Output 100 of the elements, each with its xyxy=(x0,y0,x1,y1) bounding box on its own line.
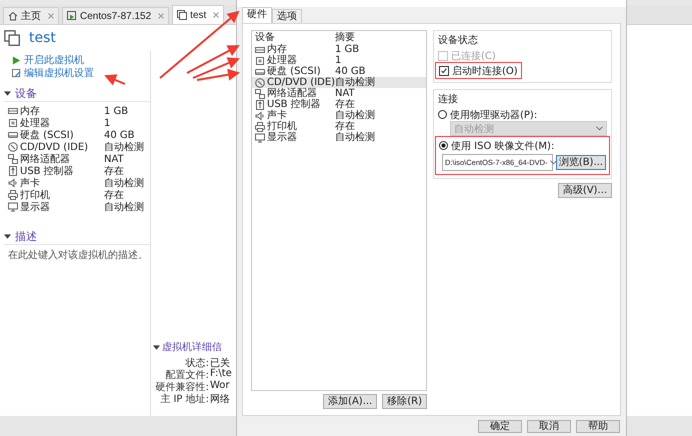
device-name: USB 控制器 xyxy=(267,99,321,110)
monitor-icon xyxy=(255,132,265,142)
disc-icon xyxy=(8,142,18,152)
advanced-button[interactable]: 高级(V)... xyxy=(558,183,612,198)
device-name: 硬盘 (SCSI) xyxy=(267,66,321,77)
dialog-tab[interactable]: 选项 xyxy=(272,9,302,23)
device-name: 打印机 xyxy=(20,188,51,202)
dialog-tab[interactable]: 硬件 xyxy=(242,7,272,23)
detail-value: 网络 xyxy=(210,393,230,404)
device-name: 硬盘 (SCSI) xyxy=(20,129,75,142)
detail-label: 硬件兼容性: xyxy=(154,380,209,392)
speaker-icon xyxy=(8,178,18,188)
radio-button[interactable] xyxy=(439,141,448,150)
action-link[interactable]: 编辑虚拟机设置 xyxy=(24,66,94,80)
device-summary: 自动检测 xyxy=(335,77,375,88)
device-name: 内存 xyxy=(267,44,287,55)
description-placeholder[interactable]: 在此处键入对该虚拟机的描述。 xyxy=(0,248,150,262)
list-button[interactable]: 添加(A)... xyxy=(323,394,378,409)
detail-label: 配置文件: xyxy=(164,368,209,380)
browse-button[interactable]: 浏览(B)... xyxy=(556,155,606,170)
annotation-arrow xyxy=(104,74,126,86)
device-summary: NAT xyxy=(335,88,355,99)
device-summary: 存在 xyxy=(104,189,124,202)
collapse-caret-icon[interactable] xyxy=(153,344,160,350)
radio-label[interactable]: 使用 ISO 映像文件(M): xyxy=(451,138,554,152)
collapse-caret-icon[interactable] xyxy=(4,234,11,239)
home-icon xyxy=(8,11,18,21)
device-summary: 存在 xyxy=(104,165,124,178)
device-summary: 1 GB xyxy=(335,44,360,55)
device-row[interactable]: USB 控制器 存在 xyxy=(252,99,426,110)
vm-running-icon xyxy=(67,11,77,21)
network-icon xyxy=(255,88,265,98)
detail-value: Wor xyxy=(210,380,230,392)
column-header[interactable]: 设备 xyxy=(252,32,335,43)
device-summary: 1 xyxy=(335,55,342,66)
device-name: 内存 xyxy=(20,104,41,118)
device-name: CD/DVD (IDE) xyxy=(267,77,336,88)
device-name: 显示器 xyxy=(267,132,297,143)
device-row[interactable]: 显示器 自动检测 xyxy=(252,132,426,143)
network-icon xyxy=(8,154,18,164)
dialog-button[interactable]: 确定 xyxy=(478,420,522,433)
device-name: 网络适配器 xyxy=(20,152,71,166)
group-heading: 设备状态 xyxy=(438,34,479,47)
device-row[interactable]: 处理器 1 xyxy=(252,55,426,66)
printer-icon xyxy=(255,122,265,132)
usb-icon xyxy=(8,166,18,176)
device-summary: 1 xyxy=(104,118,110,128)
cpu-icon xyxy=(8,118,18,128)
device-name: USB 控制器 xyxy=(20,164,75,178)
device-name: 处理器 xyxy=(20,116,51,130)
vm-tab[interactable]: 主页 xyxy=(3,7,59,24)
device-name: 声卡 xyxy=(267,110,287,121)
usb-icon xyxy=(255,100,265,110)
device-summary: NAT xyxy=(104,154,124,164)
collapse-caret-icon[interactable] xyxy=(4,91,11,96)
edit-settings-icon xyxy=(12,68,21,78)
device-name: 处理器 xyxy=(267,55,297,66)
detail-value: 已关 xyxy=(210,356,230,368)
checkbox[interactable] xyxy=(439,66,449,76)
device-summary: 自动检测 xyxy=(104,140,144,154)
device-summary: 自动检测 xyxy=(335,110,375,121)
device-row[interactable]: CD/DVD (IDE)自动检测 xyxy=(252,77,426,88)
device-summary: 存在 xyxy=(335,121,355,132)
section-heading: 描述 xyxy=(15,229,37,244)
list-button[interactable]: 移除(R) xyxy=(382,394,427,409)
device-name: 网络适配器 xyxy=(267,88,317,99)
detail-label: 主 IP 地址: xyxy=(159,392,209,404)
device-name: 打印机 xyxy=(267,121,297,132)
device-summary: 自动检测 xyxy=(335,132,375,143)
dialog-button[interactable]: 帮助 xyxy=(576,420,620,433)
detail-value: F:\te xyxy=(210,368,232,380)
dialog-button[interactable]: 取消 xyxy=(527,420,571,433)
radio-label[interactable]: 使用物理驱动器(P): xyxy=(450,108,538,122)
dropdown-caret-icon xyxy=(596,126,603,131)
printer-icon xyxy=(8,190,18,200)
device-row[interactable]: 内存 1 GB xyxy=(252,44,426,55)
play-icon xyxy=(12,56,21,64)
group-heading: 连接 xyxy=(438,92,459,106)
device-row[interactable]: 声卡 自动检测 xyxy=(252,110,426,121)
vm-tab[interactable]: Centos7-87.152 xyxy=(62,7,170,24)
monitor-icon xyxy=(8,202,18,212)
section-heading: 设备 xyxy=(15,86,37,101)
device-row[interactable]: 硬盘 (SCSI) 40 GB xyxy=(252,66,426,77)
detail-label: 状态: xyxy=(184,356,209,368)
device-row[interactable]: 打印机 存在 xyxy=(252,121,426,132)
action-link[interactable]: 开启此虚拟机 xyxy=(24,53,84,67)
radio-button[interactable] xyxy=(438,110,447,119)
section-heading: 虚拟机详细信 xyxy=(162,340,222,354)
memory-icon xyxy=(8,106,18,116)
device-name: 显示器 xyxy=(20,201,51,214)
vm-title: test xyxy=(29,30,56,46)
vm-tab[interactable]: test xyxy=(172,5,224,24)
close-icon[interactable] xyxy=(213,12,220,18)
device-summary: 40 GB xyxy=(104,130,135,140)
device-summary: 40 GB xyxy=(335,66,366,77)
checkbox-label[interactable]: 启动时连接(O) xyxy=(452,64,518,78)
device-summary: 1 GB xyxy=(104,106,128,116)
column-header[interactable]: 摘要 xyxy=(335,32,355,43)
speaker-icon xyxy=(255,110,265,120)
device-row[interactable]: 网络适配器 NAT xyxy=(252,88,426,99)
